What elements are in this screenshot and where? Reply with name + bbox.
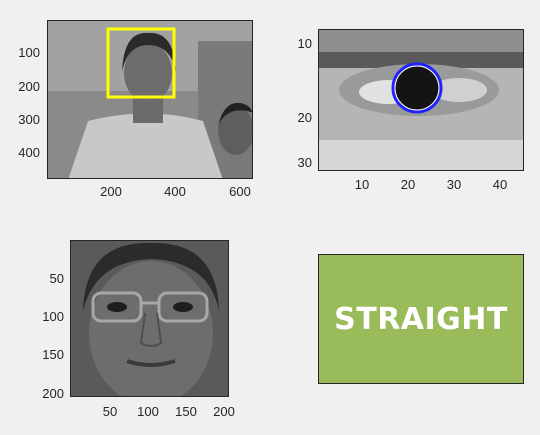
face-crop-axes (70, 240, 229, 397)
tick-label: 150 (175, 404, 197, 419)
tick-label: 50 (102, 404, 118, 419)
tick-label: 100 (42, 309, 64, 324)
tick-label: 600 (229, 184, 251, 199)
tick-label: 40 (492, 177, 508, 192)
tick-label: 10 (354, 177, 370, 192)
face-crop-image (71, 241, 228, 396)
tick-label: 400 (18, 145, 40, 160)
gaze-status-panel: STRAIGHT (318, 254, 524, 384)
tick-label: 150 (42, 347, 64, 362)
tick-label: 30 (297, 155, 312, 170)
camera-frame-axes (47, 20, 253, 179)
figure-window: 100 200 300 400 200 400 600 10 20 30 10 … (0, 0, 540, 435)
tick-label: 200 (42, 386, 64, 401)
tick-label: 300 (18, 112, 40, 127)
eye-crop-image (319, 30, 523, 170)
tick-label: 100 (18, 45, 40, 60)
tick-label: 400 (164, 184, 186, 199)
tick-label: 200 (18, 79, 40, 94)
eye-crop-axes (318, 29, 524, 171)
tick-label: 50 (49, 271, 64, 286)
tick-label: 200 (100, 184, 122, 199)
tick-label: 200 (213, 404, 235, 419)
tick-label: 20 (297, 110, 312, 125)
tick-label: 10 (297, 36, 312, 51)
tick-label: 30 (446, 177, 462, 192)
tick-label: 100 (137, 404, 159, 419)
camera-frame-image (48, 21, 252, 178)
tick-label: 20 (400, 177, 416, 192)
gaze-status-label: STRAIGHT (334, 301, 508, 337)
